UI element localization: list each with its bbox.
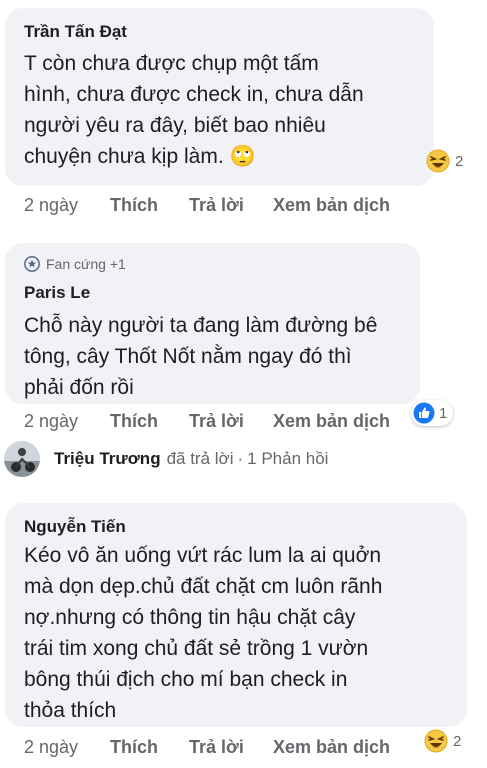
- see-translation-link[interactable]: Xem bản dịch: [273, 195, 390, 216]
- reaction-count: 2: [455, 152, 464, 170]
- comment-author[interactable]: Trần Tấn Đạt: [24, 22, 127, 42]
- reply-count[interactable]: 1 Phản hồi: [247, 449, 328, 469]
- laughing-emoji-icon: [424, 729, 448, 753]
- like-button[interactable]: Thích: [110, 411, 158, 432]
- like-button[interactable]: Thích: [110, 195, 158, 216]
- laughing-emoji-icon: [426, 149, 450, 173]
- comment-line: người yêu ra đây, biết bao nhiêu: [24, 114, 326, 137]
- reply-button[interactable]: Trả lời: [189, 737, 244, 758]
- comment-line: Kéo vô ăn uống vứt rác lum la ai quởn: [24, 544, 382, 567]
- reaction-count: 1: [439, 404, 448, 422]
- reply-action: đã trả lời: [166, 449, 234, 468]
- comment-line: mà dọn dẹp.chủ đất chặt cm luôn rãnh: [24, 575, 383, 598]
- comment-line: trái tim xong chủ đất sẻ trồng 1 vườn: [24, 637, 369, 660]
- like-thumb-icon: [413, 402, 435, 424]
- like-button[interactable]: Thích: [110, 737, 158, 758]
- comment-line: T còn chưa được chụp một tấm: [24, 52, 319, 75]
- comment-timestamp: 2 ngày: [24, 195, 79, 215]
- top-fan-icon: [24, 256, 40, 272]
- comment-text: T còn chưa được chụp một tấm hình, chưa …: [24, 48, 429, 172]
- comment-line: tông, cây Thốt Nốt nằm ngay đó thì: [24, 345, 352, 368]
- comment-author[interactable]: Paris Le: [24, 283, 90, 303]
- comment-line: Chỗ này người ta đang làm đường bê: [24, 314, 378, 337]
- reaction-summary[interactable]: 1: [411, 400, 454, 426]
- comment-timestamp: 2 ngày: [24, 411, 79, 431]
- comment-text: Chỗ này người ta đang làm đường bê tông,…: [24, 310, 419, 403]
- reaction-summary[interactable]: 2: [426, 149, 463, 173]
- reply-summary[interactable]: Triệu Trương đã trả lời · 1 Phản hồi: [4, 441, 328, 477]
- comment-line: nợ.nhưng có thông tin hậu chặt cây: [24, 606, 356, 629]
- comment-line: hình, chưa được check in, chưa dẫn: [24, 83, 364, 106]
- reaction-count: 2: [453, 732, 462, 750]
- see-translation-link[interactable]: Xem bản dịch: [273, 411, 390, 432]
- top-fan-badge[interactable]: Fan cứng +1: [24, 256, 126, 272]
- comment-line: chuyện chưa kịp làm. 🙄: [24, 145, 256, 168]
- reply-button[interactable]: Trả lời: [189, 195, 244, 216]
- reply-button[interactable]: Trả lời: [189, 411, 244, 432]
- comment-line: phải đốn rồi: [24, 376, 134, 399]
- comment-line: thỏa thích: [24, 699, 117, 722]
- see-translation-link[interactable]: Xem bản dịch: [273, 737, 390, 758]
- reply-author[interactable]: Triệu Trương: [54, 449, 161, 469]
- comment-timestamp: 2 ngày: [24, 737, 79, 757]
- comment-line: bông thúi địch cho mí bạn check in: [24, 668, 348, 691]
- top-fan-label: Fan cứng +1: [46, 256, 126, 272]
- comment-text: Kéo vô ăn uống vứt rác lum la ai quởn mà…: [24, 540, 464, 726]
- reply-separator: ·: [237, 449, 244, 468]
- reaction-badge: 1: [411, 400, 454, 426]
- avatar: [4, 441, 40, 477]
- reaction-summary[interactable]: 2: [424, 729, 461, 753]
- comment-author[interactable]: Nguyễn Tiến: [24, 517, 126, 537]
